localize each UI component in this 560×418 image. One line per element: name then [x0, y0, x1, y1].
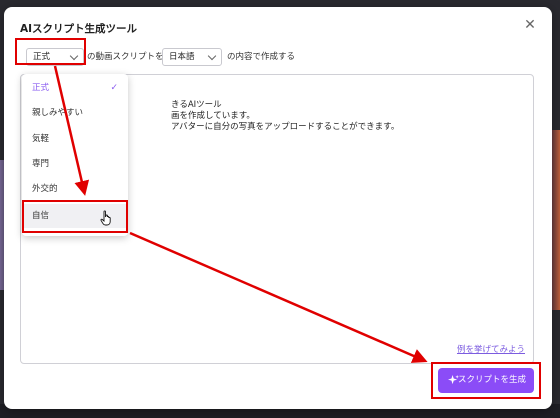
- arrow-to-button: [129, 231, 428, 363]
- annotation-arrows: [53, 65, 428, 363]
- arrow-to-option: [53, 65, 90, 196]
